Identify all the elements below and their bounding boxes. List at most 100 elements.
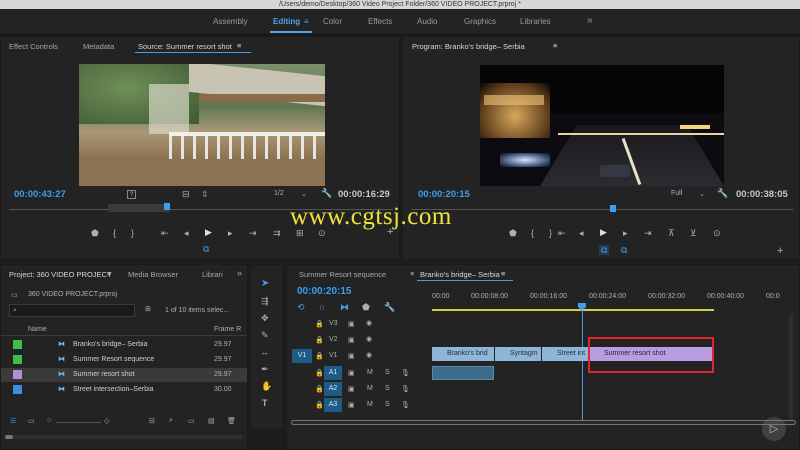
microphone-icon[interactable]: 🎙	[401, 385, 410, 393]
insert-clip-icon[interactable]: ⇉	[273, 228, 281, 238]
slip-tool-icon[interactable]: ↔	[260, 347, 269, 357]
time-ruler[interactable]: 00:00 00:00:08:00 00:00:16:00 00:00:24:0…	[432, 293, 792, 315]
lock-icon[interactable]: 🔒	[315, 401, 324, 409]
find-icon[interactable]: ⌕	[169, 417, 173, 425]
go-to-out-icon[interactable]: ⇥	[644, 228, 652, 238]
track-label[interactable]: V3	[329, 320, 338, 327]
new-bin-icon[interactable]: ▭	[188, 417, 195, 425]
ripple-edit-tool-icon[interactable]: ✥	[261, 313, 269, 323]
help-icon[interactable]: ?	[127, 190, 136, 199]
source-playhead[interactable]	[164, 203, 170, 210]
eye-icon[interactable]: ◉	[366, 351, 372, 359]
source-menu-icon[interactable]: ≡	[237, 41, 241, 50]
audio-clip-a1[interactable]	[432, 366, 494, 380]
work-area-bar[interactable]	[432, 309, 714, 311]
sort-icon[interactable]: ◇	[104, 417, 109, 425]
project-item[interactable]: ⧓ Street intersection–Serbia 30.00	[1, 383, 247, 397]
workspace-libraries[interactable]: Libraries	[520, 17, 551, 26]
tab-project[interactable]: Project: 360 VIDEO PROJECT	[9, 270, 112, 279]
label-color-swatch[interactable]	[13, 370, 22, 379]
hand-tool-icon[interactable]: ✋	[261, 381, 272, 391]
close-tab-icon[interactable]: ×	[410, 269, 414, 278]
add-marker-icon[interactable]: ⬟	[362, 302, 370, 312]
source-patch-v1[interactable]: V1	[292, 349, 312, 363]
mark-out-icon[interactable]: }	[131, 228, 134, 238]
lock-icon[interactable]: 🔒	[315, 320, 324, 328]
add-marker-icon[interactable]: ⬟	[509, 228, 517, 238]
track-label[interactable]: V2	[329, 336, 338, 343]
mark-in-icon[interactable]: {	[113, 228, 116, 238]
new-bin-icon[interactable]: ⊞	[145, 305, 151, 313]
step-forward-icon[interactable]: ▸	[228, 228, 233, 238]
eye-icon[interactable]: ◉	[366, 319, 372, 327]
project-search-input[interactable]: ⌕	[9, 304, 135, 317]
tab-effect-controls[interactable]: Effect Controls	[9, 42, 58, 51]
sync-lock-icon[interactable]: ▣	[348, 369, 355, 377]
lock-icon[interactable]: 🔒	[315, 385, 324, 393]
solo-button[interactable]: S	[385, 401, 390, 408]
microphone-icon[interactable]: 🎙	[401, 369, 410, 377]
sync-lock-icon[interactable]: ▣	[348, 336, 355, 344]
tab-summer-resort-sequence[interactable]: Summer Resort sequence	[299, 270, 386, 279]
column-frame-rate-header[interactable]: Frame R	[214, 326, 241, 333]
pen-tool-icon[interactable]: ✒	[261, 364, 269, 374]
automate-sequence-icon[interactable]: ⊟	[149, 417, 155, 425]
chevron-down-icon[interactable]: ⌄	[699, 190, 705, 198]
tab-source[interactable]: Source: Summer resort shot	[138, 42, 232, 51]
tab-media-browser[interactable]: Media Browser	[128, 270, 178, 279]
mute-button[interactable]: M	[367, 385, 373, 392]
export-frame-icon[interactable]: ⊙	[713, 228, 721, 238]
workspace-assembly[interactable]: Assembly	[213, 17, 248, 26]
razor-tool-icon[interactable]: ✎	[261, 330, 269, 340]
mark-in-icon[interactable]: {	[531, 228, 534, 238]
sync-lock-icon[interactable]: ▣	[348, 401, 355, 409]
step-forward-icon[interactable]: ▸	[623, 228, 628, 238]
mute-button[interactable]: M	[367, 369, 373, 376]
program-menu-icon[interactable]: ≡	[553, 41, 557, 50]
go-to-in-icon[interactable]: ⇤	[161, 228, 169, 238]
selection-tool-icon[interactable]: ➤	[261, 279, 269, 289]
linked-selection-icon[interactable]: ⧓	[340, 302, 349, 312]
sync-lock-icon[interactable]: ▣	[348, 352, 355, 360]
wrench-icon[interactable]: 🔧	[717, 188, 728, 198]
go-to-in-icon[interactable]: ⇤	[558, 228, 566, 238]
timeline-horizontal-scrollbar[interactable]	[291, 420, 796, 425]
overwrite-icon[interactable]: ⇳	[201, 189, 209, 199]
solo-button[interactable]: S	[385, 369, 390, 376]
lock-icon[interactable]: 🔒	[315, 352, 324, 360]
label-color-swatch[interactable]	[13, 355, 22, 364]
program-resolution-select[interactable]: Full	[671, 190, 682, 197]
lock-icon[interactable]: 🔒	[315, 369, 324, 377]
source-playhead-timecode[interactable]: 00:00:43:27	[14, 189, 66, 200]
snap-icon[interactable]: ∩	[319, 302, 325, 312]
project-item[interactable]: ⧓ Branko's bridge– Serbia 29.97	[1, 338, 247, 352]
workspace-audio[interactable]: Audio	[417, 17, 437, 26]
project-item[interactable]: ⧓ Summer Resort sequence 29.97	[1, 353, 247, 367]
workspace-editing[interactable]: Editing	[273, 17, 300, 26]
track-label[interactable]: A3	[324, 398, 342, 412]
track-select-tool-icon[interactable]: ⇶	[261, 296, 269, 306]
project-menu-icon[interactable]: ≡	[107, 269, 111, 278]
program-scrub-bar[interactable]	[411, 209, 793, 210]
wrench-icon[interactable]: 🔧	[321, 188, 332, 198]
program-playhead[interactable]	[610, 205, 616, 212]
timeline-timecode[interactable]: 00:00:20:15	[297, 286, 351, 297]
timeline-vertical-scrollbar[interactable]	[789, 313, 793, 425]
sync-lock-icon[interactable]: ▣	[348, 385, 355, 393]
chevron-down-icon[interactable]: ⌄	[301, 190, 307, 198]
project-horizontal-scrollbar[interactable]	[5, 435, 243, 439]
play-icon[interactable]: ▶	[600, 227, 607, 237]
track-label[interactable]: A1	[324, 366, 342, 380]
list-view-icon[interactable]: ☰	[10, 417, 16, 425]
play-icon[interactable]: ▶	[205, 227, 212, 237]
track-label[interactable]: V1	[329, 352, 338, 359]
workspace-effects[interactable]: Effects	[368, 17, 392, 26]
mark-out-icon[interactable]: }	[549, 228, 552, 238]
vr-view-icon[interactable]: ⧉	[599, 245, 610, 255]
new-item-icon[interactable]: ▤	[208, 417, 215, 425]
wrench-icon[interactable]: 🔧	[384, 302, 395, 312]
hamburger-icon[interactable]: ≡	[304, 17, 309, 26]
microphone-icon[interactable]: 🎙	[401, 401, 410, 409]
extract-icon[interactable]: ⊻	[690, 228, 697, 238]
solo-button[interactable]: S	[385, 385, 390, 392]
